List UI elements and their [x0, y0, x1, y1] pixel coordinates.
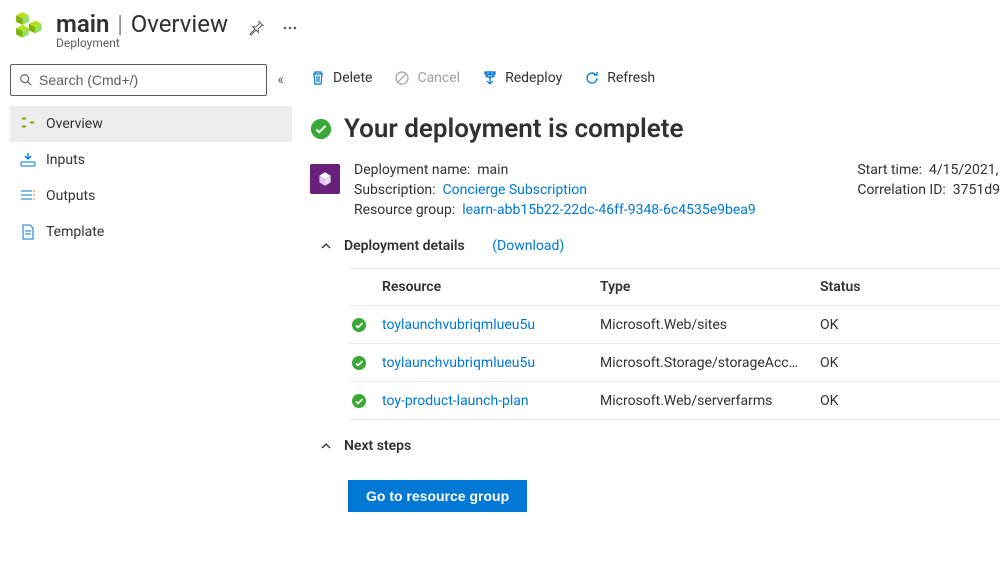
go-to-resource-group-button[interactable]: Go to resource group [348, 480, 527, 512]
resource-group-link[interactable]: learn-abb15b22-22dc-46ff-9348-6c4535e9be… [462, 202, 756, 218]
cancel-label: Cancel [417, 70, 460, 86]
command-bar: Delete Cancel Redeploy Refresh [292, 70, 1000, 104]
sidebar-item-label: Template [46, 224, 104, 240]
deploy-name-value: main [477, 162, 508, 178]
delete-label: Delete [333, 70, 372, 86]
start-time-label: Start time: [857, 162, 922, 178]
resource-type: Microsoft.Web/serverfarms [600, 393, 820, 409]
correlation-id-value: 3751d9 [953, 182, 1000, 198]
sidebar-item-label: Outputs [46, 188, 95, 204]
chevron-up-icon[interactable] [320, 440, 332, 452]
cancel-icon [394, 70, 410, 86]
inputs-icon [20, 152, 36, 168]
outputs-icon [20, 188, 36, 204]
sidebar-item-label: Overview [46, 116, 103, 132]
download-link[interactable]: (Download) [492, 238, 564, 254]
deployment-details-title: Deployment details [344, 238, 465, 254]
sidebar-item-template[interactable]: Template [10, 214, 292, 250]
subscription-link[interactable]: Concierge Subscription [443, 182, 588, 198]
resource-group-label: Resource group: [354, 202, 455, 218]
refresh-label: Refresh [607, 70, 655, 86]
resource-type: Microsoft.Storage/storageAcc… [600, 355, 820, 371]
resource-link[interactable]: toylaunchvubriqmlueu5u [382, 317, 535, 333]
page-title: Overview [131, 10, 228, 38]
resource-link[interactable]: toy-product-launch-plan [382, 393, 529, 409]
search-icon [19, 73, 33, 87]
resource-name: main [56, 10, 109, 38]
collapse-sidebar-icon[interactable]: « [277, 72, 284, 88]
deploy-name-label: Deployment name: [354, 162, 470, 178]
check-circle-icon [351, 317, 367, 333]
status-title: Your deployment is complete [344, 114, 683, 144]
subscription-label: Subscription: [354, 182, 436, 198]
table-row[interactable]: toylaunchvubriqmlueu5u Microsoft.Web/sit… [348, 306, 1000, 344]
correlation-id-label: Correlation ID: [857, 182, 945, 198]
sidebar-item-overview[interactable]: Overview [10, 106, 292, 142]
col-type: Type [600, 279, 820, 295]
cubes-icon [20, 116, 36, 132]
deployment-resources-table: Resource Type Status toylaunchvubriqmlue… [292, 268, 1000, 438]
check-circle-icon [351, 393, 367, 409]
table-row[interactable]: toy-product-launch-plan Microsoft.Web/se… [348, 382, 1000, 420]
resource-type-icon [14, 10, 48, 44]
resource-status: OK [820, 317, 940, 333]
delete-button[interactable]: Delete [310, 70, 372, 86]
resource-subtitle: Deployment [56, 36, 298, 50]
col-resource: Resource [382, 279, 600, 295]
search-box[interactable] [10, 64, 267, 96]
title-separator: | [117, 10, 122, 38]
redeploy-button[interactable]: Redeploy [482, 70, 562, 86]
sidebar-item-outputs[interactable]: Outputs [10, 178, 292, 214]
sidebar-item-inputs[interactable]: Inputs [10, 142, 292, 178]
check-circle-icon [351, 355, 367, 371]
cancel-button: Cancel [394, 70, 460, 86]
search-input[interactable] [39, 72, 258, 88]
table-row[interactable]: toylaunchvubriqmlueu5u Microsoft.Storage… [348, 344, 1000, 382]
refresh-icon [584, 70, 600, 86]
col-status: Status [820, 279, 940, 295]
delete-icon [310, 70, 326, 86]
chevron-up-icon[interactable] [320, 240, 332, 252]
resource-status: OK [820, 393, 940, 409]
resource-status: OK [820, 355, 940, 371]
resource-link[interactable]: toylaunchvubriqmlueu5u [382, 355, 535, 371]
refresh-button[interactable]: Refresh [584, 70, 655, 86]
pin-icon[interactable] [248, 20, 264, 36]
sidebar-nav: Overview Inputs Outputs Template [10, 106, 292, 250]
resource-type: Microsoft.Web/sites [600, 317, 820, 333]
next-steps-title: Next steps [344, 438, 411, 454]
status-success-icon [310, 118, 332, 140]
redeploy-icon [482, 70, 498, 86]
sidebar-item-label: Inputs [46, 152, 85, 168]
start-time-value: 4/15/2021, [929, 162, 998, 178]
deployment-type-icon [310, 164, 340, 194]
redeploy-label: Redeploy [505, 70, 562, 86]
template-icon [20, 224, 36, 240]
